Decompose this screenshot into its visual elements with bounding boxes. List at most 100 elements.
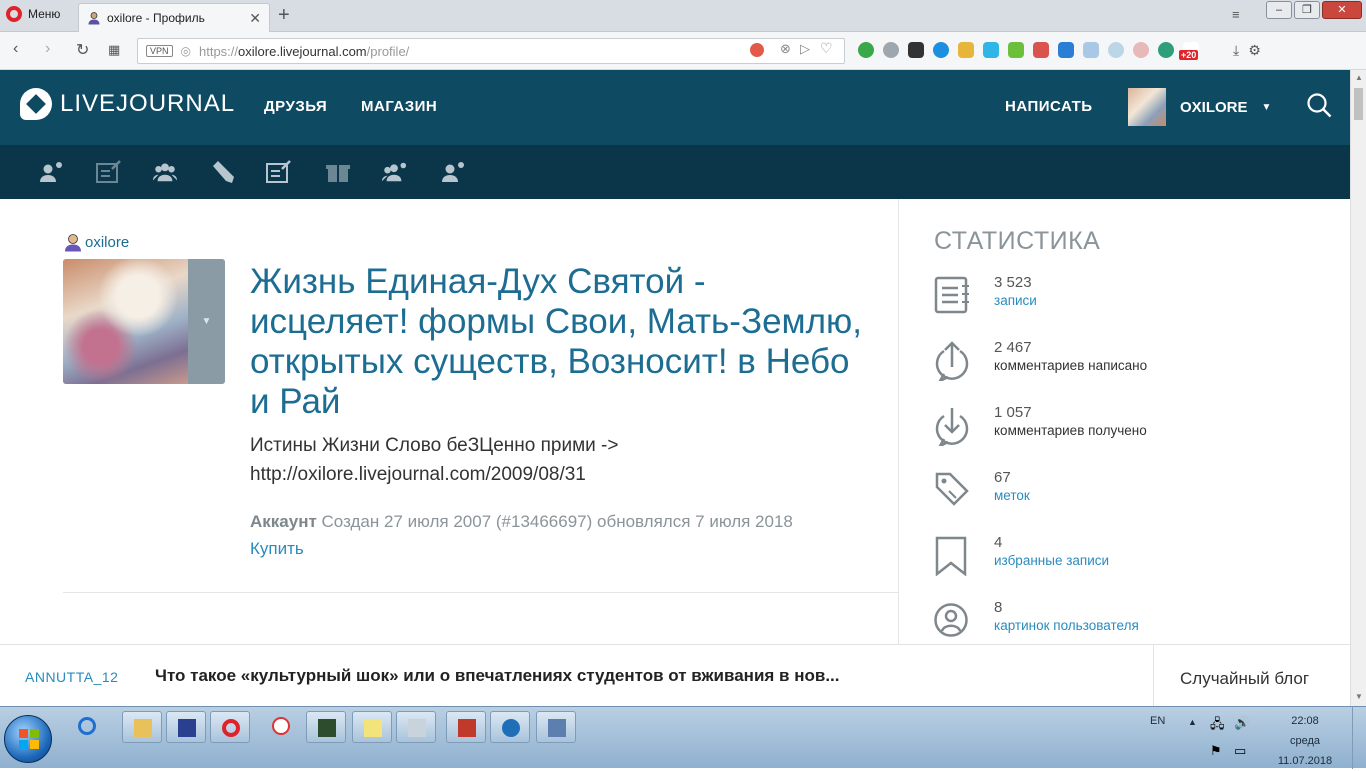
gift-icon[interactable] (325, 160, 351, 184)
new-tab-button[interactable]: + (278, 4, 290, 27)
volume-icon[interactable]: 🔊 (1234, 715, 1250, 731)
pencil-icon[interactable] (210, 160, 236, 184)
comments-received-icon (935, 408, 969, 446)
scroll-up-icon[interactable]: ▲ (1355, 73, 1363, 82)
buy-link[interactable]: Купить (250, 539, 304, 559)
scroll-thumb[interactable] (1354, 88, 1363, 120)
speed-dial-icon[interactable]: ▦ (108, 42, 120, 58)
extension-pink-icon[interactable] (1133, 42, 1149, 58)
stat-label: комментариев написано (994, 358, 1148, 373)
stat-value: 3 523 (994, 274, 1032, 291)
nav-shop[interactable]: МАГАЗИН (361, 98, 437, 115)
taskbar-explorer[interactable] (122, 711, 162, 743)
tab-menu-icon[interactable]: ≡ (1232, 7, 1240, 22)
extension-share-icon[interactable] (933, 42, 949, 58)
stat-label[interactable]: избранные записи (994, 553, 1109, 568)
language-indicator[interactable]: EN (1150, 715, 1165, 727)
featured-strip: ANNUTTA_12 Что такое «культурный шок» ил… (0, 644, 1350, 707)
journal-title: Жизнь Единая-Дух Святой - исцеляет! форм… (250, 262, 863, 421)
stat-value: 67 (994, 469, 1011, 486)
tab-title: oxilore - Профиль (107, 11, 205, 25)
taskbar-notepad[interactable] (352, 711, 392, 743)
back-arrow-icon[interactable]: ‹ (13, 40, 18, 58)
user-menu[interactable]: OXILORE ▼ (1128, 88, 1271, 126)
friends-icon[interactable] (152, 160, 178, 184)
vpn-badge[interactable]: VPN (146, 45, 173, 57)
stat-label[interactable]: записи (994, 293, 1037, 308)
reload-icon[interactable]: ↻ (76, 40, 89, 60)
edit-journal-icon[interactable] (96, 160, 122, 184)
nav-friends[interactable]: ДРУЗЬЯ (264, 98, 327, 115)
start-button[interactable] (4, 715, 52, 763)
page-scrollbar[interactable]: ▲ ▼ (1350, 70, 1366, 706)
display-tray-icon[interactable]: ▭ (1234, 743, 1246, 759)
downloads-icon[interactable]: ⤓ (1233, 42, 1239, 59)
extension-download-light-icon[interactable] (1083, 42, 1099, 58)
heart-icon[interactable]: ♡ (820, 40, 833, 57)
opera-logo-icon (6, 6, 22, 22)
userpic-image (63, 259, 188, 384)
close-window-button[interactable]: ✕ (1322, 1, 1362, 19)
ad-block-icon[interactable]: ⊗ (780, 41, 791, 57)
profile-username-link[interactable]: oxilore (63, 232, 129, 252)
opera-menu-button[interactable]: Меню (6, 6, 60, 22)
userpic-dropdown-icon[interactable]: ▼ (188, 259, 225, 384)
lj-toolbar (0, 145, 1350, 199)
userpic[interactable]: ▼ (63, 259, 225, 384)
forward-arrow-icon[interactable]: › (45, 40, 50, 58)
scroll-down-icon[interactable]: ▼ (1355, 692, 1363, 701)
journal-entries-icon (934, 276, 969, 314)
account-settings-icon[interactable] (440, 160, 466, 184)
extension-badge-count: +20 (1179, 50, 1199, 60)
taskbar-terminal[interactable] (306, 711, 346, 743)
taskbar-app-blue[interactable] (490, 711, 530, 743)
extension-snow-icon[interactable] (1108, 42, 1124, 58)
taskbar-opera[interactable] (210, 711, 250, 743)
extension-badge-icon[interactable]: +20 (1179, 42, 1199, 60)
yandex-icon[interactable] (272, 717, 290, 735)
stat-label: комментариев получено (994, 423, 1147, 438)
tab-close-icon[interactable]: ✕ (249, 10, 261, 27)
maximize-button[interactable]: ❐ (1294, 1, 1320, 19)
taskbar-save[interactable] (166, 711, 206, 743)
send-icon[interactable]: ▷ (800, 41, 810, 57)
featured-user-link[interactable]: ANNUTTA_12 (25, 669, 118, 685)
extension-red-icon[interactable] (1033, 42, 1049, 58)
search-icon[interactable] (1306, 92, 1332, 118)
extension-s-icon[interactable] (983, 42, 999, 58)
network-tray-icon[interactable]: 🖧 (1210, 715, 1225, 737)
featured-post-link[interactable]: Что такое «культурный шок» или о впечатл… (155, 666, 839, 686)
random-blog-button[interactable]: Случайный блог (1180, 669, 1309, 689)
profile-username: oxilore (85, 233, 130, 251)
minimize-button[interactable]: – (1266, 1, 1292, 19)
tray-expand-icon[interactable]: ▲ (1188, 717, 1197, 727)
stat-label[interactable]: картинок пользователя (994, 618, 1139, 633)
user-settings-icon[interactable] (38, 160, 64, 184)
extension-download-blue-icon[interactable] (1058, 42, 1074, 58)
extension-green-circle-icon[interactable] (1158, 42, 1174, 58)
system-clock[interactable]: 22:08 среда 11.07.2018 (1270, 711, 1340, 771)
taskbar-toolbox[interactable] (446, 711, 486, 743)
extension-windows-icon[interactable] (908, 42, 924, 58)
post-edit-icon[interactable] (266, 160, 292, 184)
ie-icon[interactable] (78, 717, 96, 735)
extension-chrome-icon[interactable] (958, 42, 974, 58)
avatar (1128, 88, 1166, 126)
lj-logo[interactable]: LIVEJOURNAL (20, 88, 235, 120)
stat-label[interactable]: меток (994, 488, 1030, 503)
write-button[interactable]: НАПИСАТЬ (1005, 98, 1093, 115)
journal-subtitle: Истины Жизни Слово беЗЦенно прими -> htt… (250, 435, 619, 485)
show-desktop-button[interactable] (1352, 707, 1366, 769)
extension-globe-icon[interactable] (883, 42, 899, 58)
extension-q-icon[interactable] (858, 42, 874, 58)
browser-settings-icon[interactable]: ⚙ (1248, 42, 1261, 59)
extension-download-green-icon[interactable] (1008, 42, 1024, 58)
header-username: OXILORE (1180, 98, 1248, 116)
flag-tray-icon[interactable]: ⚑ (1210, 743, 1222, 759)
taskbar-app-network[interactable] (536, 711, 576, 743)
url-field[interactable]: VPN ◎ https://oxilore.livejournal.com/pr… (137, 38, 845, 64)
community-settings-icon[interactable] (381, 160, 407, 184)
taskbar-scanner[interactable] (396, 711, 436, 743)
record-icon[interactable] (750, 43, 764, 57)
browser-tab-active[interactable]: oxilore - Профиль ✕ (78, 3, 270, 32)
